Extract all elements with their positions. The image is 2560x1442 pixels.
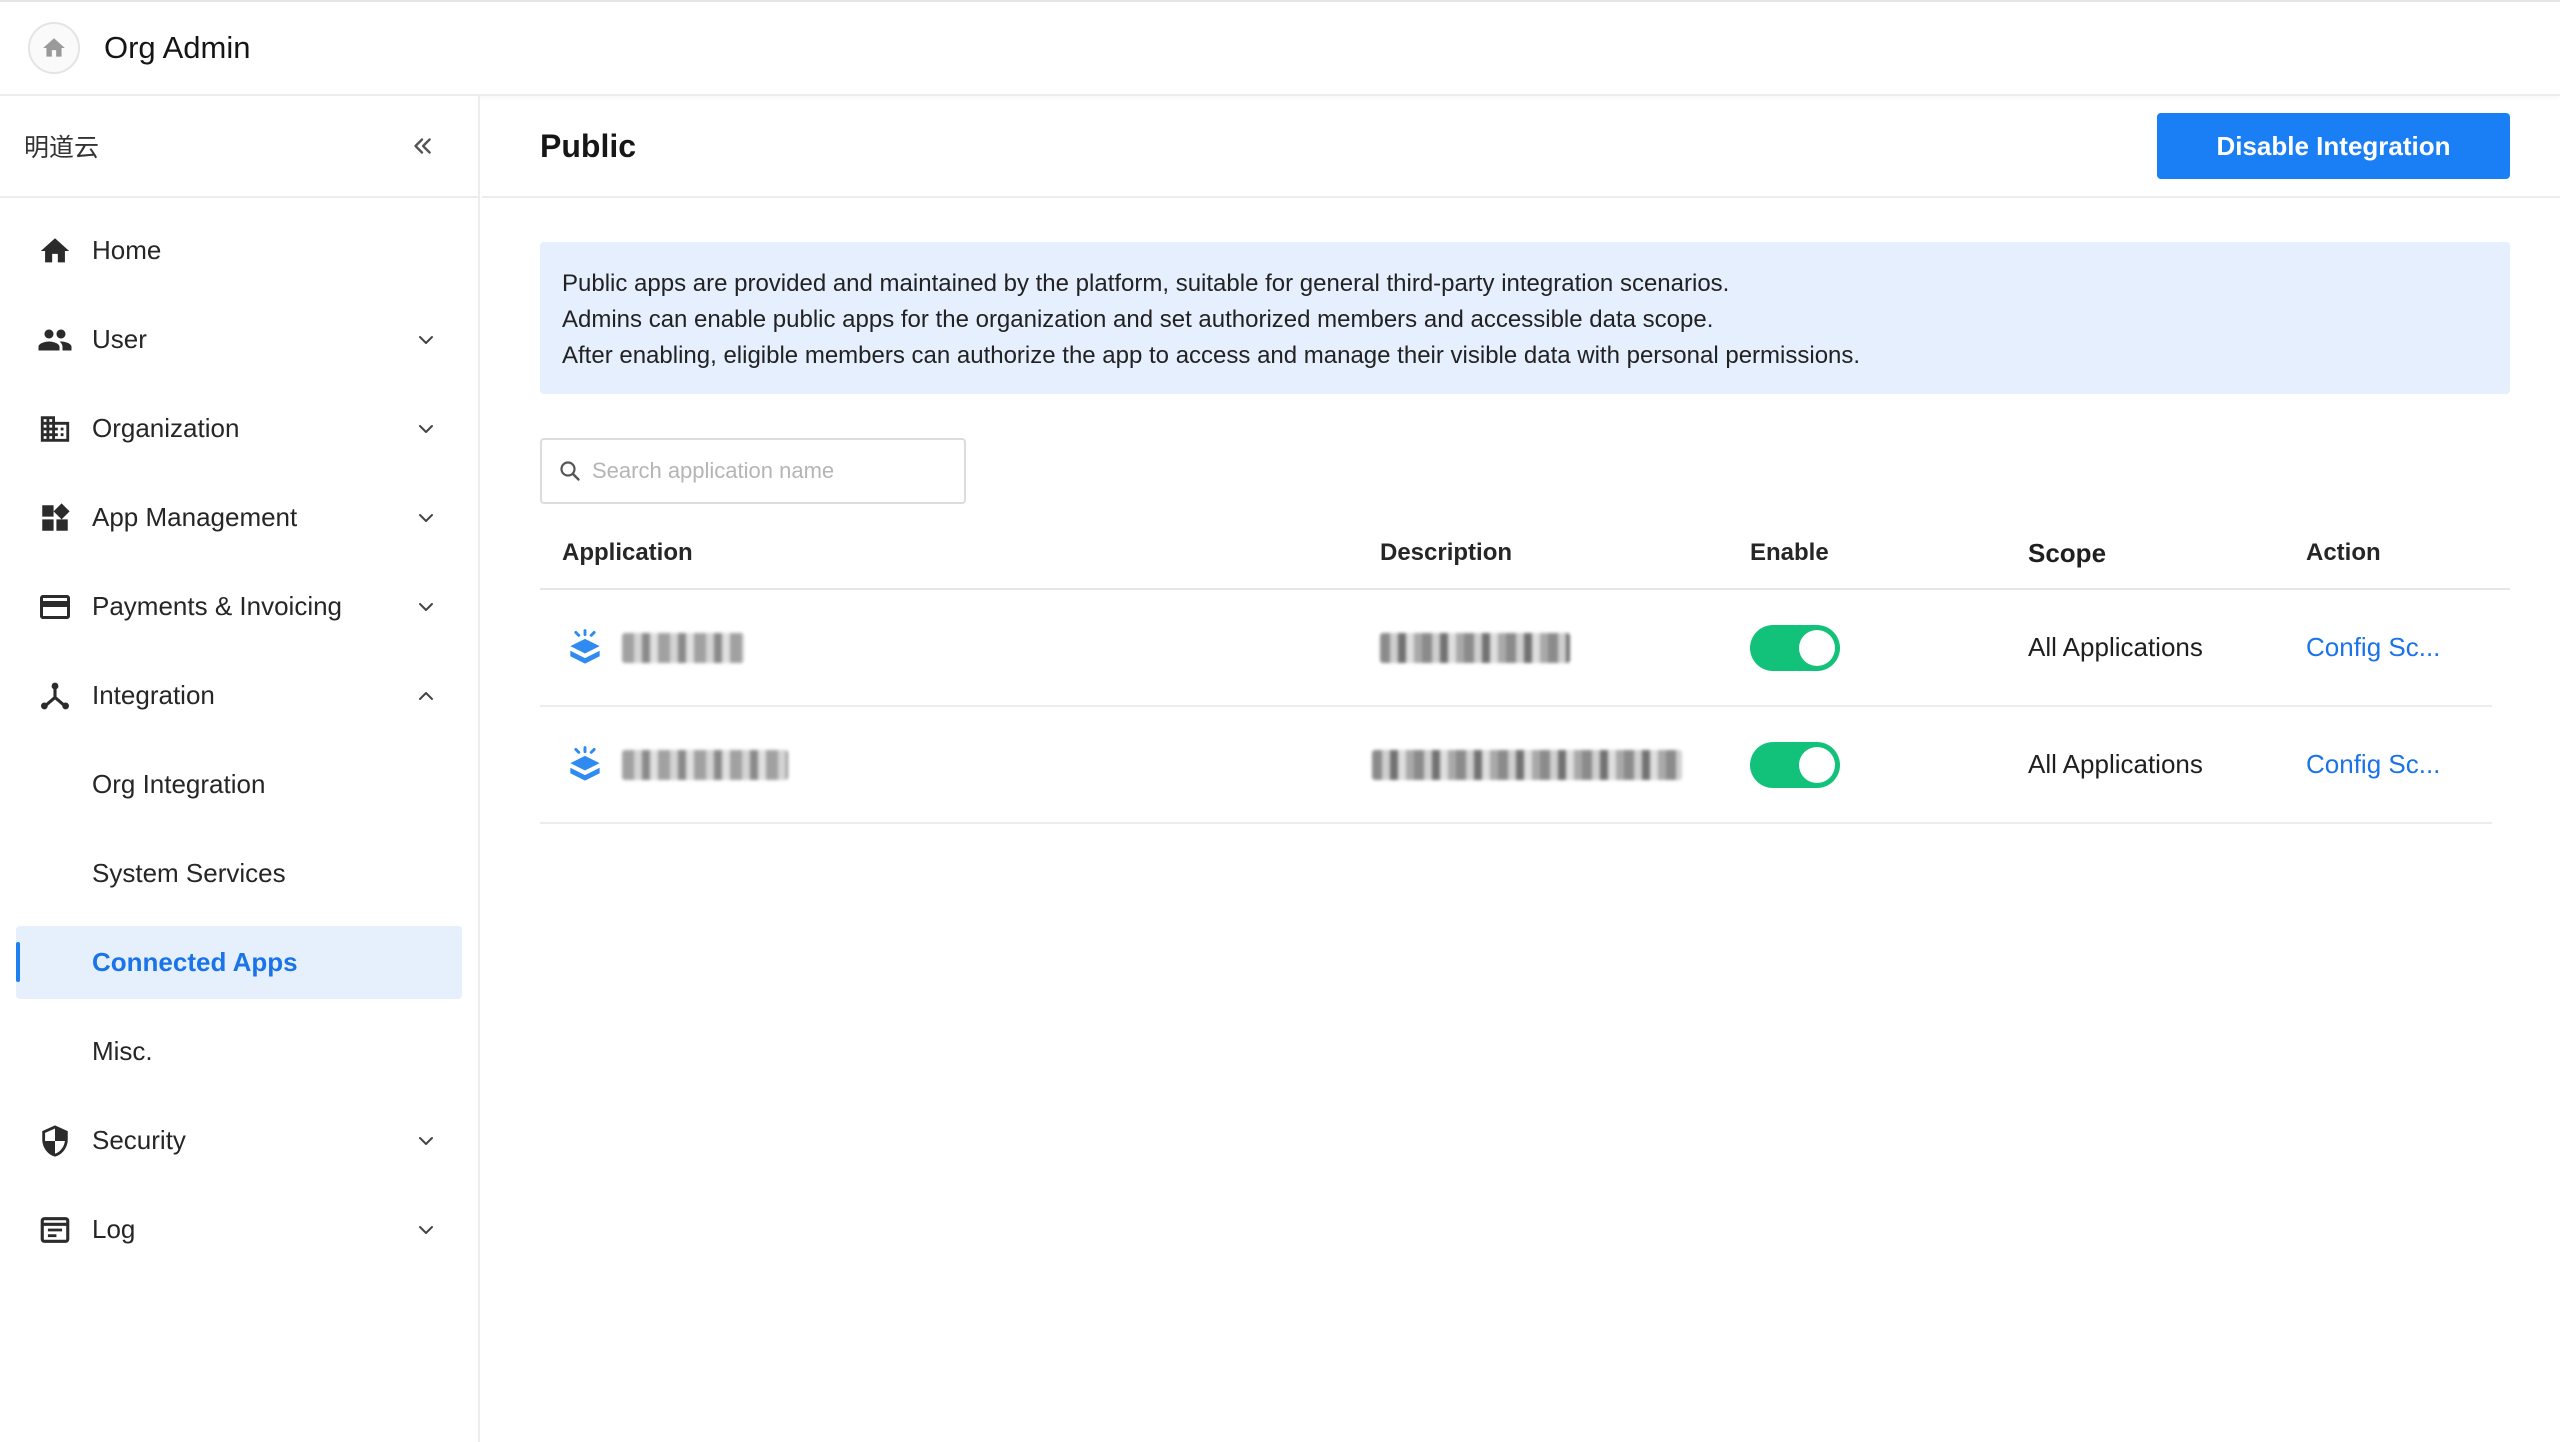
- sidebar-item-label: User: [92, 324, 147, 354]
- apps-table: Application Description Enable Scope Act…: [540, 518, 2510, 824]
- widgets-icon: [36, 499, 74, 537]
- sidebar-subitem-label: Org Integration: [92, 769, 266, 799]
- info-line: Admins can enable public apps for the or…: [562, 306, 1714, 333]
- column-header-application[interactable]: Application: [540, 539, 1380, 567]
- redacted-description: [1380, 632, 1570, 663]
- chevron-down-icon: [412, 1216, 440, 1244]
- sidebar-subitem-misc[interactable]: Misc.: [0, 1007, 478, 1096]
- info-line: After enabling, eligible members can aut…: [562, 342, 1861, 369]
- sidebar-subitem-label: System Services: [92, 858, 286, 888]
- sidebar-item-organization[interactable]: Organization: [0, 384, 478, 473]
- redacted-description: [1372, 749, 1682, 780]
- sidebar-subitem-connected-apps[interactable]: Connected Apps: [16, 926, 462, 999]
- sidebar-nav: Home User Organization App Management Pa…: [0, 198, 478, 1274]
- chevron-down-icon: [412, 504, 440, 532]
- sidebar-subitem-org-integration[interactable]: Org Integration: [0, 740, 478, 829]
- chevron-up-icon: [412, 682, 440, 710]
- redacted-app-name: [622, 632, 744, 663]
- app-title: Org Admin: [104, 30, 251, 65]
- building-icon: [36, 410, 74, 448]
- sidebar-item-log[interactable]: Log: [0, 1185, 478, 1274]
- scope-cell: All Applications: [2028, 749, 2203, 779]
- search-input[interactable]: [592, 458, 952, 484]
- chevron-down-icon: [412, 326, 440, 354]
- sidebar: 明道云 Home User Organization App Managemen…: [0, 96, 480, 1442]
- main-content: Public Disable Integration Public apps a…: [482, 96, 2560, 1442]
- credit-card-icon: [36, 588, 74, 626]
- sidebar-item-label: Payments & Invoicing: [92, 591, 343, 621]
- chevron-down-icon: [412, 1127, 440, 1155]
- sidebar-subitem-system-services[interactable]: System Services: [0, 829, 478, 918]
- config-scope-link[interactable]: Config Sc...: [2306, 632, 2440, 662]
- shield-icon: [36, 1122, 74, 1160]
- home-button[interactable]: [28, 22, 80, 74]
- sidebar-item-label: App Management: [92, 502, 298, 532]
- sidebar-item-payments-invoicing[interactable]: Payments & Invoicing: [0, 562, 478, 651]
- column-header-action: Action: [2306, 539, 2381, 566]
- sidebar-item-label: Security: [92, 1125, 186, 1155]
- description-cell: [1372, 749, 1750, 780]
- home-icon: [43, 38, 65, 57]
- app-cell: [540, 625, 1380, 671]
- column-header-scope: Scope: [2028, 537, 2107, 568]
- log-icon: [36, 1211, 74, 1249]
- chevron-down-icon: [412, 415, 440, 443]
- config-scope-link[interactable]: Config Sc...: [2306, 749, 2440, 779]
- table-row: All Applications Config Sc...: [540, 590, 2492, 707]
- description-cell: [1380, 632, 1750, 663]
- page-title: Public: [540, 127, 637, 164]
- sidebar-subitem-label: Misc.: [92, 1036, 153, 1066]
- column-header-description: Description: [1380, 539, 1513, 566]
- chevron-down-icon: [412, 593, 440, 621]
- redacted-app-name: [622, 749, 788, 780]
- enable-toggle[interactable]: [1750, 741, 1840, 788]
- info-line: Public apps are provided and maintained …: [562, 270, 1730, 297]
- enable-cell: [1750, 624, 2028, 671]
- action-cell: Config Sc...: [2306, 632, 2492, 663]
- column-header-enable: Enable: [1750, 539, 1829, 566]
- app-logo-icon: [562, 625, 608, 671]
- home-icon: [36, 232, 74, 270]
- search-box[interactable]: [540, 438, 966, 504]
- double-chevron-left-icon: [414, 138, 431, 154]
- sidebar-item-label: Log: [92, 1214, 136, 1244]
- org-name: 明道云: [24, 133, 100, 162]
- enable-cell: [1750, 741, 2028, 788]
- hub-icon: [36, 677, 74, 715]
- sidebar-item-label: Organization: [92, 413, 240, 443]
- sidebar-item-label: Home: [92, 235, 162, 265]
- org-row: 明道云: [0, 96, 478, 198]
- search-icon: [560, 461, 580, 481]
- sidebar-item-integration[interactable]: Integration: [0, 651, 478, 740]
- table-header: Application Description Enable Scope Act…: [540, 518, 2510, 590]
- info-banner: Public apps are provided and maintained …: [540, 242, 2510, 394]
- scope-cell: All Applications: [2028, 632, 2203, 662]
- table-row: All Applications Config Sc...: [540, 707, 2492, 824]
- sidebar-item-user[interactable]: User: [0, 295, 478, 384]
- collapse-sidebar-button[interactable]: [402, 126, 442, 166]
- sidebar-item-label: Integration: [92, 680, 215, 710]
- action-cell: Config Sc...: [2306, 749, 2492, 780]
- sidebar-item-home[interactable]: Home: [0, 206, 478, 295]
- sidebar-item-app-management[interactable]: App Management: [0, 473, 478, 562]
- disable-integration-button[interactable]: Disable Integration: [2157, 113, 2510, 179]
- sidebar-subitem-label: Connected Apps: [92, 947, 298, 977]
- sidebar-item-security[interactable]: Security: [0, 1096, 478, 1185]
- users-icon: [36, 321, 74, 359]
- top-bar: Org Admin: [0, 0, 2560, 96]
- app-logo-icon: [562, 742, 608, 788]
- enable-toggle[interactable]: [1750, 624, 1840, 671]
- app-cell: [540, 742, 1380, 788]
- main-header: Public Disable Integration: [482, 96, 2560, 198]
